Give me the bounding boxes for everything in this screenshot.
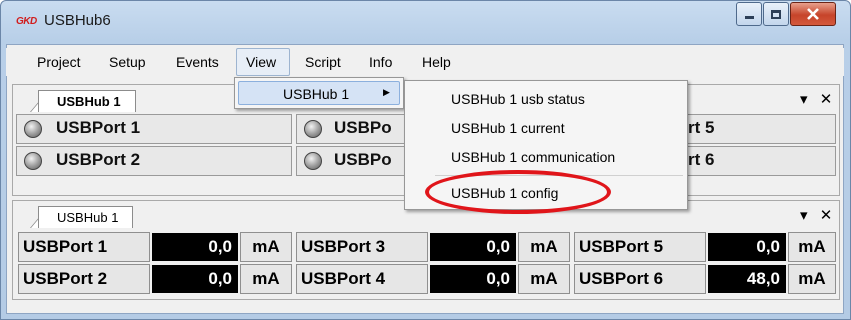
current-value: 0,0 [152, 233, 238, 261]
menu-script[interactable]: Script [296, 48, 350, 76]
port-label: USBPort 6 [579, 269, 664, 288]
current-label-cell: USBPort 4 [296, 264, 428, 294]
menu-view[interactable]: View [236, 48, 290, 76]
port-label: USBPort 2 [23, 269, 108, 288]
current-unit: mA [240, 232, 292, 262]
close-window-button[interactable] [790, 2, 836, 26]
title-bar[interactable]: GKD USBHub6 [0, 0, 849, 42]
led-port3-icon [304, 120, 322, 138]
close-icon [807, 8, 819, 20]
tab-usbhub1-status[interactable]: USBHub 1 [38, 90, 136, 112]
menu-events[interactable]: Events [167, 48, 228, 76]
submenu-usb-status[interactable]: USBHub 1 usb status [405, 85, 687, 113]
port-label: USBPort 3 [301, 237, 386, 256]
current-label-cell: USBPort 5 [574, 232, 706, 262]
current-value: 0,0 [430, 265, 516, 293]
current-value: 0,0 [430, 233, 516, 261]
current-unit: mA [240, 264, 292, 294]
current-value: 0,0 [708, 233, 786, 261]
menu-info[interactable]: Info [360, 48, 401, 76]
port-label: USBPo [334, 150, 392, 169]
maximize-button[interactable] [763, 2, 789, 26]
port-label: USBPort 2 [56, 150, 141, 169]
current-label-cell: USBPort 1 [18, 232, 150, 262]
panel-controls[interactable]: ▾ ✕ [800, 90, 836, 108]
current-value: 48,0 [708, 265, 786, 293]
view-item-label: USBHub 1 [283, 86, 350, 102]
panel-controls[interactable]: ▾ ✕ [800, 206, 836, 224]
current-label-cell: USBPort 3 [296, 232, 428, 262]
menu-help[interactable]: Help [413, 48, 460, 76]
minimize-button[interactable] [736, 2, 762, 26]
app-logo-icon: GKD [16, 16, 37, 27]
led-port4-icon [304, 152, 322, 170]
maximize-icon [771, 9, 781, 19]
led-port2-icon [24, 152, 42, 170]
current-unit: mA [788, 232, 836, 262]
current-unit: mA [518, 264, 570, 294]
port-label: USBPort 1 [23, 237, 108, 256]
submenu-arrow-icon: ▶ [383, 87, 390, 97]
port-label: USBPort 4 [301, 269, 386, 288]
minimize-icon [744, 16, 754, 19]
current-unit: mA [788, 264, 836, 294]
tab-usbhub1-current[interactable]: USBHub 1 [38, 206, 134, 228]
submenu-communication[interactable]: USBHub 1 communication [405, 143, 687, 171]
submenu-current[interactable]: USBHub 1 current [405, 114, 687, 142]
submenu-item-label: USBHub 1 usb status [451, 91, 585, 107]
view-dropdown: USBHub 1 ▶ [234, 77, 404, 109]
window-title: USBHub6 [44, 12, 111, 29]
annotation-highlight-oval [425, 170, 611, 214]
menu-project[interactable]: Project [28, 48, 90, 76]
led-port1-icon [24, 120, 42, 138]
current-label-cell: USBPort 6 [574, 264, 706, 294]
port-label: rt 6 [688, 150, 715, 169]
submenu-item-label: USBHub 1 communication [451, 149, 616, 165]
menu-setup[interactable]: Setup [100, 48, 155, 76]
submenu-item-label: USBHub 1 current [451, 120, 565, 136]
port-label: rt 5 [688, 118, 715, 137]
port-label: USBPort 5 [579, 237, 664, 256]
current-unit: mA [518, 232, 570, 262]
current-value: 0,0 [152, 265, 238, 293]
current-label-cell: USBPort 2 [18, 264, 150, 294]
port-label: USBPort 1 [56, 118, 141, 137]
port-label: USBPo [334, 118, 392, 137]
view-item-usbhub1[interactable]: USBHub 1 ▶ [238, 81, 400, 105]
